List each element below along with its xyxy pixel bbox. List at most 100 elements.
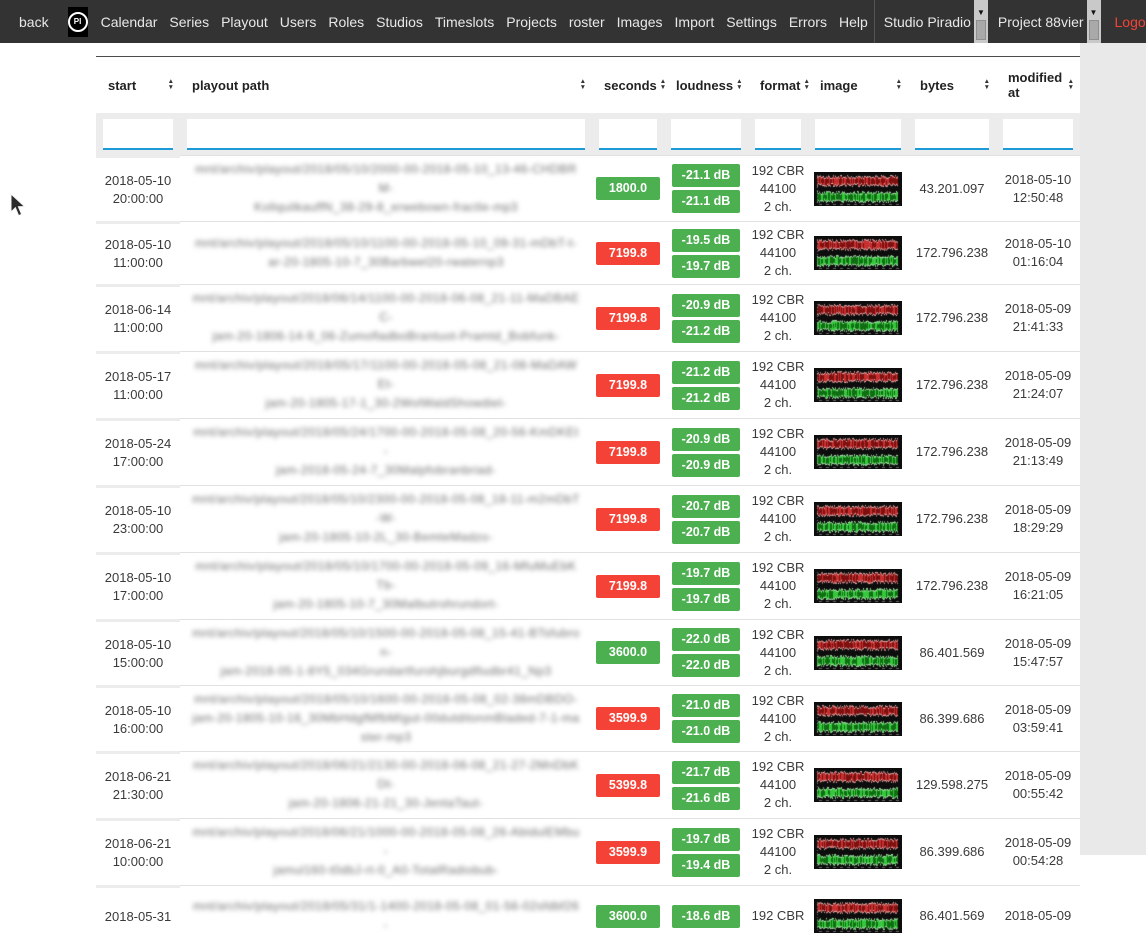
playout-path-redacted: mnt/archiv/playout/2018/05/10/1700-00-20…	[182, 557, 590, 615]
nav-item-help[interactable]: Help	[833, 14, 874, 30]
seconds-cell: 7199.8	[592, 221, 664, 284]
waveform-thumbnail[interactable]	[814, 768, 902, 802]
path-line: jam-2018-05-24-7_30Malpfobranbriad-	[192, 461, 580, 480]
format-line: 44100	[750, 376, 806, 394]
nav-item-roles[interactable]: Roles	[322, 14, 370, 30]
modified-time: 18:29:29	[998, 519, 1078, 537]
logout-link[interactable]: Logout	[1101, 14, 1146, 30]
app-logo-icon[interactable]: PI	[68, 7, 88, 37]
loudness-badge: -21.0 dB	[672, 694, 740, 717]
seconds-badge: 7199.8	[596, 508, 660, 531]
filter-input-modified[interactable]	[1003, 119, 1073, 150]
loudness-badge: -22.0 dB	[672, 628, 740, 651]
column-header-image[interactable]: image	[808, 57, 908, 113]
filter-input-seconds[interactable]	[599, 119, 657, 150]
scrollbar-handle[interactable]	[976, 20, 986, 40]
nav-item-playout[interactable]: Playout	[215, 14, 274, 30]
modified-time: 21:13:49	[998, 452, 1078, 470]
playout-path-redacted: mnt/archiv/playout/2018/06/14/1100-00-20…	[182, 289, 590, 347]
waveform-thumbnail[interactable]	[814, 835, 902, 869]
sort-icon[interactable]	[984, 79, 990, 91]
start-cell: 2018-06-21 21:30:00	[96, 751, 180, 818]
nav-item-calendar[interactable]: Calendar	[95, 14, 164, 30]
sort-icon[interactable]	[660, 79, 666, 91]
column-header-path[interactable]: playout path	[180, 57, 592, 113]
waveform-thumbnail[interactable]	[814, 301, 902, 335]
loudness-badge: -18.6 dB	[672, 905, 740, 928]
nav-item-timeslots[interactable]: Timeslots	[429, 14, 500, 30]
playout-path-cell: mnt/archiv/playout/2018/05/10/2000-00-20…	[180, 155, 592, 221]
format-line: 2 ch.	[750, 662, 806, 680]
start-time: 23:00:00	[98, 520, 178, 538]
waveform-thumbnail[interactable]	[814, 502, 902, 536]
loudness-badge: -20.7 dB	[672, 495, 740, 518]
sort-icon[interactable]	[896, 79, 902, 91]
image-cell	[808, 221, 908, 284]
sort-icon[interactable]	[803, 79, 809, 91]
sort-icon[interactable]	[168, 79, 174, 91]
nav-item-series[interactable]: Series	[163, 14, 215, 30]
seconds-cell: 7199.8	[592, 351, 664, 418]
nav-item-projects[interactable]: Projects	[500, 14, 563, 30]
nav-item-images[interactable]: Images	[611, 14, 669, 30]
playout-path-cell: mnt/archiv/playout/2018/05/17/1100-00-20…	[180, 351, 592, 418]
scrollbar-handle[interactable]	[1089, 20, 1099, 40]
sort-icon[interactable]	[736, 79, 742, 91]
nav-item-studios[interactable]: Studios	[370, 14, 429, 30]
waveform-thumbnail[interactable]	[814, 569, 902, 603]
nav-item-users[interactable]: Users	[274, 14, 323, 30]
nav-item-errors[interactable]: Errors	[783, 14, 833, 30]
table-row: 2018-05-10 17:00:00 mnt/archiv/playout/2…	[96, 552, 1080, 619]
select-scrollbar[interactable]: ▼	[1087, 0, 1101, 43]
column-header-loudness[interactable]: loudness	[664, 57, 748, 113]
seconds-badge: 7199.8	[596, 441, 660, 464]
path-line: mnt/archiv/playout/2018/05/31/1-1400-201…	[192, 897, 580, 935]
waveform-thumbnail[interactable]	[814, 172, 902, 206]
project-select[interactable]: Project 88vier ▼	[988, 0, 1101, 43]
studio-select[interactable]: Studio Piradio ▼	[874, 0, 988, 43]
waveform-thumbnail[interactable]	[814, 435, 902, 469]
start-date: 2018-05-10	[98, 502, 178, 520]
filter-input-loudness[interactable]	[671, 119, 741, 150]
loudness-badge: -19.4 dB	[672, 854, 740, 877]
nav-item-settings[interactable]: Settings	[720, 14, 783, 30]
table-body: 2018-05-10 20:00:00 mnt/archiv/playout/2…	[96, 155, 1080, 946]
modified-date: 2018-05-09	[998, 635, 1078, 653]
modified-time: 12:50:48	[998, 189, 1078, 207]
format-cell: 192 CBR441002 ch.	[748, 552, 808, 619]
sort-icon[interactable]	[1068, 79, 1074, 91]
format-cell: 192 CBR	[748, 885, 808, 946]
nav-item-import[interactable]: Import	[669, 14, 721, 30]
column-header-modified[interactable]: modified at	[996, 57, 1080, 113]
path-line: Ohrobblom0bmfograBufant_jayberVoldhirgof…	[192, 480, 580, 481]
start-cell: 2018-05-24 17:00:00	[96, 418, 180, 485]
chevron-down-icon: ▼	[1090, 8, 1098, 18]
format-line: 2 ch.	[750, 327, 806, 345]
filter-input-bytes[interactable]	[915, 119, 989, 150]
modified-date: 2018-05-09	[998, 300, 1078, 318]
column-header-format[interactable]: format	[748, 57, 808, 113]
filter-input-image[interactable]	[815, 119, 901, 150]
filter-input-start[interactable]	[103, 119, 173, 150]
loudness-badge: -19.7 dB	[672, 562, 740, 585]
waveform-thumbnail[interactable]	[814, 899, 902, 933]
waveform-thumbnail[interactable]	[814, 636, 902, 670]
filter-input-format[interactable]	[755, 119, 801, 150]
sort-icon[interactable]	[580, 79, 586, 91]
filter-input-path[interactable]	[187, 119, 585, 150]
waveform-thumbnail[interactable]	[814, 702, 902, 736]
modified-time: 00:55:42	[998, 785, 1078, 803]
nav-item-roster[interactable]: roster	[563, 14, 611, 30]
bytes-cell: 43.201.097	[908, 155, 996, 221]
waveform-thumbnail[interactable]	[814, 236, 902, 270]
format-line: 2 ch.	[750, 794, 806, 812]
table-row: 2018-05-10 20:00:00 mnt/archiv/playout/2…	[96, 155, 1080, 221]
modified-cell: 2018-05-09 03:59:41	[996, 685, 1080, 751]
column-header-start[interactable]: start	[96, 57, 180, 113]
column-header-seconds[interactable]: seconds	[592, 57, 664, 113]
format-line: 192 CBR	[750, 492, 806, 510]
select-scrollbar[interactable]: ▼	[974, 0, 988, 43]
waveform-thumbnail[interactable]	[814, 368, 902, 402]
back-link[interactable]: back	[0, 14, 61, 30]
column-header-bytes[interactable]: bytes	[908, 57, 996, 113]
